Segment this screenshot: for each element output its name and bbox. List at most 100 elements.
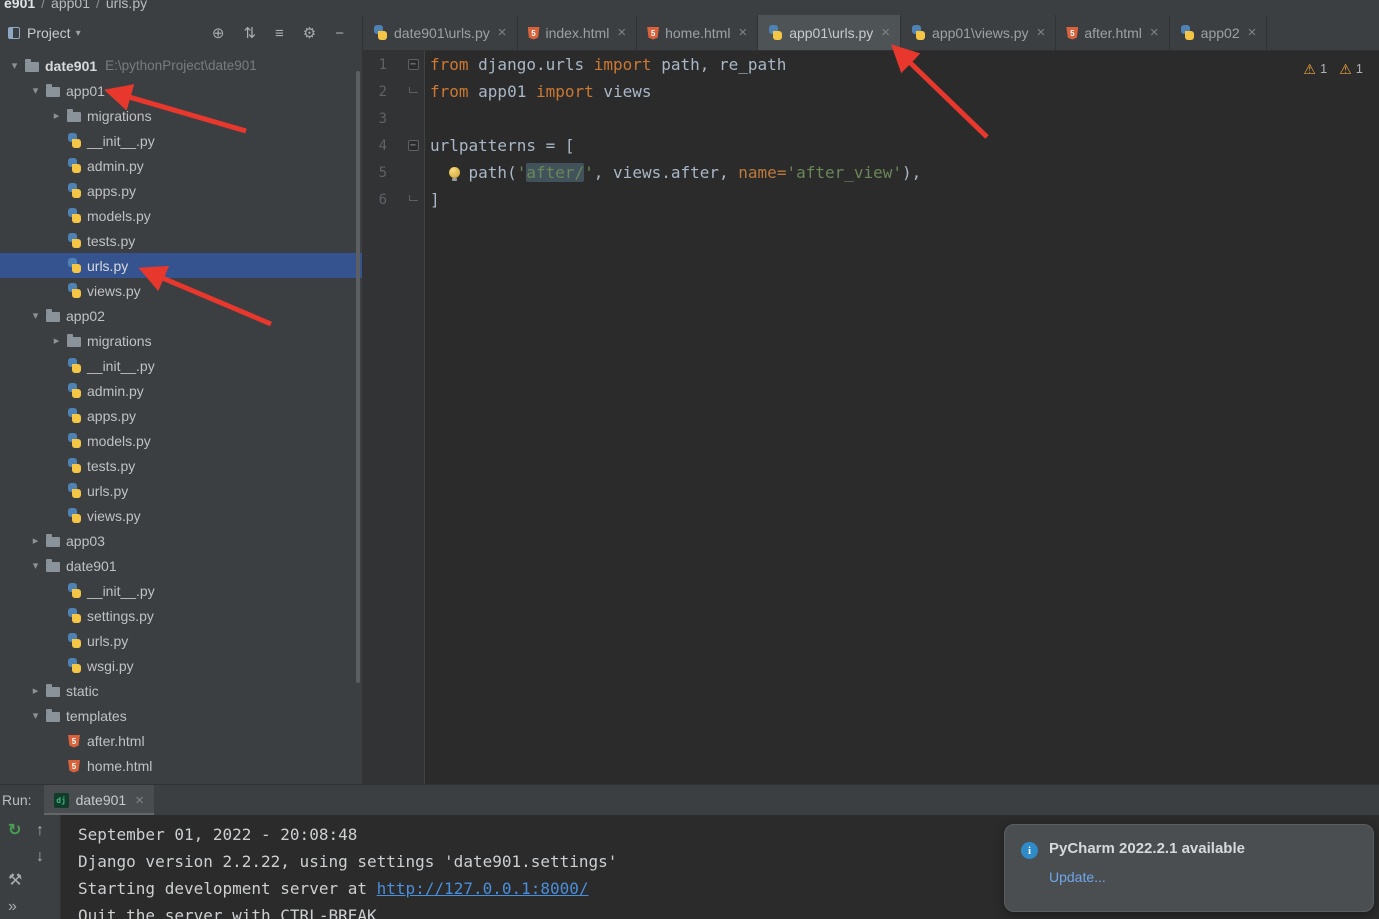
tree-item[interactable]: admin.py [0, 378, 362, 403]
chevron-icon[interactable]: ▾ [27, 309, 44, 322]
fold-marker[interactable] [401, 87, 425, 93]
tree-item-label: migrations [87, 332, 152, 349]
down-icon[interactable]: ↓ [36, 849, 44, 865]
tree-item[interactable]: ▾ app02 [0, 303, 362, 328]
scrollbar[interactable] [356, 71, 360, 683]
tree-item[interactable]: __init__.py [0, 578, 362, 603]
up-icon[interactable]: ↑ [36, 823, 44, 839]
folder-icon [65, 109, 83, 122]
code-line[interactable]: 1 − from django.urls import path, re_path [363, 51, 1379, 78]
close-icon[interactable]: × [1037, 24, 1046, 41]
tree-item[interactable]: ▸ app03 [0, 528, 362, 553]
editor-tab[interactable]: after.html × [1056, 15, 1170, 50]
tree-item[interactable]: settings.py [0, 603, 362, 628]
close-icon[interactable]: × [738, 24, 747, 41]
breadcrumb-item[interactable]: app01 [51, 0, 90, 11]
editor-tab[interactable]: home.html × [637, 15, 759, 50]
html-file-icon [527, 26, 540, 40]
chevron-icon[interactable]: ▸ [27, 534, 44, 547]
tree-item[interactable]: views.py [0, 503, 362, 528]
close-icon[interactable]: × [135, 792, 144, 809]
code-line[interactable]: 5 path('after/', views.after, name='afte… [363, 159, 1379, 186]
close-icon[interactable]: × [1248, 24, 1257, 41]
more-icon[interactable]: » [8, 899, 17, 915]
tree-item[interactable]: ▸ static [0, 678, 362, 703]
tree-item-label: static [66, 682, 99, 699]
run-tab[interactable]: date901 × [43, 785, 154, 815]
tools-icon[interactable]: ⚒ [8, 873, 22, 889]
close-icon[interactable]: × [1150, 24, 1159, 41]
fold-marker[interactable] [401, 195, 425, 201]
fold-marker[interactable]: − [401, 140, 425, 151]
tree-item[interactable]: models.py [0, 428, 362, 453]
editor-tab[interactable]: index.html × [518, 15, 638, 50]
tree-item[interactable]: urls.py [0, 478, 362, 503]
run-label: Run: [2, 792, 32, 808]
editor-tabs: date901\urls.py×index.html×home.html×app… [363, 15, 1379, 51]
code-line[interactable]: 3 [363, 105, 1379, 132]
close-icon[interactable]: × [617, 24, 626, 41]
code-line[interactable]: 6] [363, 186, 1379, 213]
editor-tab[interactable]: app01\urls.py × [758, 15, 902, 50]
expand-icon[interactable]: ≡ [275, 25, 284, 42]
tree-item[interactable]: admin.py [0, 153, 362, 178]
tree-item[interactable]: urls.py [0, 253, 362, 278]
breadcrumb-item[interactable]: e901 [4, 0, 35, 11]
warning-badge[interactable]: ⚠ 1 [1303, 61, 1327, 76]
chevron-down-icon[interactable]: ▾ [76, 28, 81, 39]
editor-tab[interactable]: app01\views.py × [901, 15, 1057, 50]
project-tool-window-icon[interactable] [8, 27, 20, 39]
tree-item-label: settings.py [87, 607, 154, 624]
tree-item[interactable]: ▾ date901 E:\pythonProject\date901 [0, 53, 362, 78]
tree-item[interactable]: after.html [0, 728, 362, 753]
fold-marker[interactable]: − [401, 59, 425, 70]
tree-item[interactable]: index.html [0, 778, 362, 785]
rerun-icon[interactable]: ↻ [8, 823, 21, 839]
tree-item[interactable]: urls.py [0, 628, 362, 653]
chevron-icon[interactable]: ▸ [48, 109, 65, 122]
tree-item[interactable]: ▾ date901 [0, 553, 362, 578]
chevron-icon[interactable]: ▾ [27, 84, 44, 97]
chevron-icon[interactable]: ▾ [27, 559, 44, 572]
tree-item[interactable]: __init__.py [0, 128, 362, 153]
tree-item[interactable]: wsgi.py [0, 653, 362, 678]
python-file-icon [65, 458, 83, 473]
tree-item-label: home.html [87, 757, 153, 774]
breadcrumb-item[interactable]: urls.py [106, 0, 147, 11]
chevron-icon[interactable]: ▸ [48, 334, 65, 347]
code-area[interactable]: 1− from django.urls import path, re_path 2… [363, 51, 1379, 213]
close-icon[interactable]: × [498, 24, 507, 41]
tree-item[interactable]: tests.py [0, 453, 362, 478]
console-link[interactable]: http://127.0.0.1:8000/ [377, 879, 589, 898]
code-line[interactable]: 4 − urlpatterns = [ [363, 132, 1379, 159]
tree-item[interactable]: apps.py [0, 403, 362, 428]
tree-item[interactable]: models.py [0, 203, 362, 228]
warning-badge[interactable]: ⚠ 1 [1339, 61, 1363, 76]
tree-item[interactable]: tests.py [0, 228, 362, 253]
tree-item[interactable]: __init__.py [0, 353, 362, 378]
notification-title: PyCharm 2022.2.1 available [1049, 840, 1245, 857]
project-title[interactable]: Project [27, 25, 71, 41]
editor-tab[interactable]: app02 × [1170, 15, 1268, 50]
chevron-icon[interactable]: ▸ [27, 684, 44, 697]
inspections-widget: ⚠ 1 ⚠ 1 [1303, 61, 1363, 76]
collapse-icon[interactable]: ⇅ [243, 24, 256, 42]
tree-item[interactable]: ▾ templates [0, 703, 362, 728]
notification-update-link[interactable]: Update... [1049, 869, 1245, 885]
tree-item[interactable]: ▸ migrations [0, 103, 362, 128]
hide-icon[interactable]: − [335, 25, 344, 42]
chevron-icon[interactable]: ▾ [6, 59, 23, 72]
tree-item[interactable]: views.py [0, 278, 362, 303]
settings-icon[interactable]: ⚙ [303, 24, 316, 42]
line-number: 1 [378, 56, 387, 73]
editor-tab[interactable]: date901\urls.py × [363, 15, 518, 50]
tree-item[interactable]: ▾ app01 [0, 78, 362, 103]
intention-bulb-icon[interactable] [449, 167, 460, 181]
tree-item[interactable]: apps.py [0, 178, 362, 203]
tree-item[interactable]: home.html [0, 753, 362, 778]
close-icon[interactable]: × [881, 24, 890, 41]
chevron-icon[interactable]: ▾ [27, 709, 44, 722]
tree-item[interactable]: ▸ migrations [0, 328, 362, 353]
locate-icon[interactable]: ⊕ [212, 24, 225, 42]
code-line[interactable]: 2 from app01 import views [363, 78, 1379, 105]
